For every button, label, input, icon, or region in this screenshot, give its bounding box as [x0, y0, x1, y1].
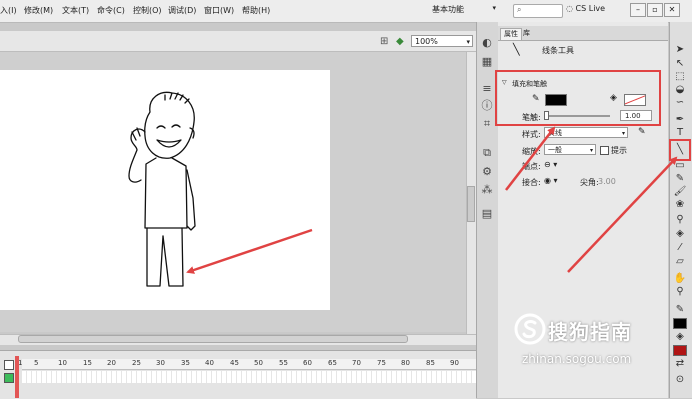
watermark-title: 搜狗指南: [548, 320, 632, 344]
sogou-logo: [514, 313, 546, 345]
arrow-to-drawing: [186, 228, 313, 274]
watermark-url: zhinan.sogou.com: [522, 352, 632, 366]
arrow-to-stroke-settings: [505, 126, 556, 191]
arrow-to-line-tool: [567, 156, 678, 273]
